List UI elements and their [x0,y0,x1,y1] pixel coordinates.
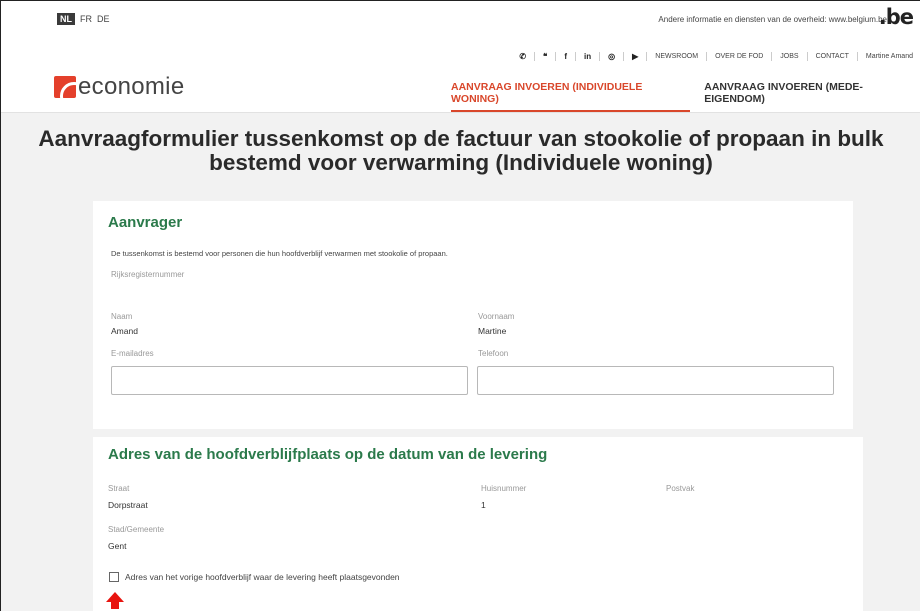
logo-e-icon [54,76,76,98]
user-name[interactable]: Martine Amand [866,53,913,60]
lang-nl[interactable]: NL [57,13,75,25]
firstname-value: Martine [478,326,507,336]
divider [575,52,577,61]
be-logo[interactable]: .be [879,5,914,29]
divider [806,52,808,61]
previous-address-option[interactable]: Adres van het vorige hoofdverblijf waar … [109,572,400,582]
nav-over-de-fod[interactable]: OVER DE FOD [715,53,763,60]
divider [771,52,773,61]
logo-text: economie [78,73,185,100]
divider [555,52,557,61]
street-value: Dorpstraat [108,500,148,510]
instagram-icon[interactable]: ◎ [608,52,615,61]
language-switcher: NL FR DE [57,13,110,25]
phone-icon[interactable]: ✆ [519,52,526,61]
email-label: E-mailadres [111,349,154,358]
street-label: Straat [108,484,130,493]
twitter-icon[interactable]: ❝ [543,52,547,61]
box-label: Postvak [666,484,695,493]
divider [623,52,625,61]
house-number-value: 1 [481,500,486,510]
main-content: Aanvraagformulier tussenkomst op de fact… [1,113,920,611]
arrow-stem [111,601,119,609]
email-input[interactable] [111,366,468,395]
youtube-icon[interactable]: ▶ [632,52,638,61]
economie-logo[interactable]: economie [54,73,184,101]
nav-individual-application[interactable]: AANVRAAG INVOEREN (INDIVIDUELE WONING) [451,81,691,112]
divider [599,52,601,61]
city-value: Gent [108,541,127,551]
firstname-label: Voornaam [478,312,515,321]
nav-co-ownership-application[interactable]: AANVRAAG INVOEREN (MEDE-EIGENDOM) [704,81,920,112]
applicant-section: Aanvrager De tussenkomst is bestemd voor… [93,201,853,429]
nav-jobs[interactable]: JOBS [780,53,798,60]
city-label: Stad/Gemeente [108,525,165,534]
name-value: Amand [111,326,138,336]
page-title-line2: bestemd voor verwarming (Individuele won… [209,150,713,175]
divider [856,52,858,61]
rrn-label: Rijksregisternummer [111,270,185,279]
page-title-line1: Aanvraagformulier tussenkomst op de fact… [38,126,884,151]
browser-frame: NL FR DE Andere informatie en diensten v… [0,0,920,611]
applicant-note: De tussenkomst is bestemd voor personen … [111,249,448,258]
house-number-label: Huisnummer [481,484,527,493]
nav-newsroom[interactable]: NEWSROOM [655,53,698,60]
phone-label: Telefoon [478,349,509,358]
linkedin-icon[interactable]: in [584,52,591,61]
facebook-icon[interactable]: f [564,52,567,61]
address-title: Adres van de hoofdverblijfplaats op de d… [108,446,548,463]
top-navigation: ✆ ❝ f in ◎ ▶ NEWSROOM OVER DE FOD JOBS C… [519,52,913,61]
previous-address-checkbox[interactable] [109,572,119,582]
divider [646,52,648,61]
applicant-title: Aanvrager [108,214,183,231]
belgium-link[interactable]: Andere informatie en diensten van de ove… [658,15,887,24]
phone-input[interactable] [477,366,834,395]
name-label: Naam [111,312,133,321]
lang-fr[interactable]: FR [80,14,92,24]
main-navigation: AANVRAAG INVOEREN (INDIVIDUELE WONING) A… [451,81,920,112]
divider [706,52,708,61]
previous-address-label: Adres van het vorige hoofdverblijf waar … [125,572,400,582]
lang-de[interactable]: DE [97,14,110,24]
nav-contact[interactable]: CONTACT [816,53,849,60]
address-section: Adres van de hoofdverblijfplaats op de d… [93,437,863,611]
page-title: Aanvraagformulier tussenkomst op de fact… [1,127,920,175]
site-header: NL FR DE Andere informatie en diensten v… [1,1,920,113]
divider [534,52,536,61]
